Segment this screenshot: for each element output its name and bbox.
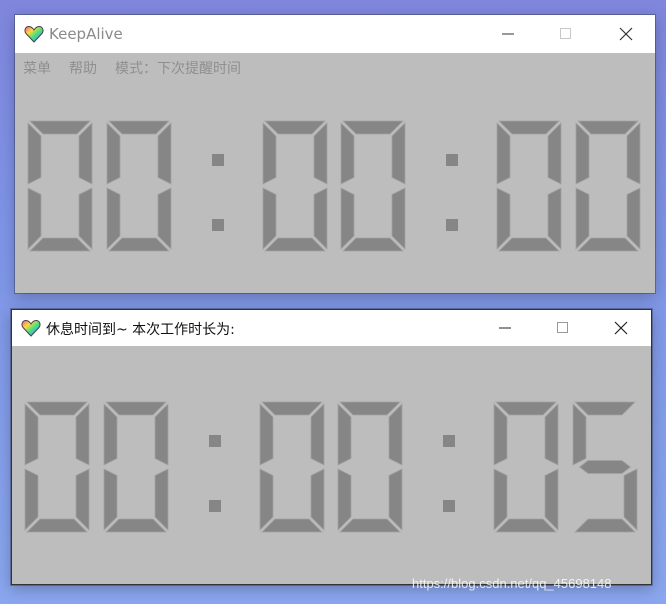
digit-segment xyxy=(544,403,559,466)
digit-segment xyxy=(259,468,274,531)
digit-segment xyxy=(391,122,406,185)
digit-segment xyxy=(495,401,557,416)
digit-segment xyxy=(498,237,560,252)
digit-segment xyxy=(24,468,39,531)
digit-segment xyxy=(498,120,560,135)
digit-segment xyxy=(577,120,639,135)
digit-segment xyxy=(575,122,590,185)
clock-digit xyxy=(575,120,641,252)
digit-segment xyxy=(626,122,641,185)
digit-segment xyxy=(574,518,636,533)
clock-digit xyxy=(106,120,172,252)
digit-segment xyxy=(29,120,91,135)
digit-segment xyxy=(108,237,170,252)
digit-segment xyxy=(495,518,557,533)
digit-segment xyxy=(157,122,172,185)
digit-segment xyxy=(313,122,328,185)
colon-dot xyxy=(212,154,224,166)
clock-digit xyxy=(259,401,325,533)
digit-segment xyxy=(578,460,632,474)
digit-segment xyxy=(547,187,562,250)
digit-segment xyxy=(26,401,88,416)
digit-segment xyxy=(626,187,641,250)
digit-segment xyxy=(103,468,118,531)
digit-segment xyxy=(337,468,352,531)
digit-segment xyxy=(340,122,355,185)
colon-dot xyxy=(209,435,221,447)
digit-segment xyxy=(261,518,323,533)
clock-digit xyxy=(340,120,406,252)
digit-segment xyxy=(106,122,121,185)
digit-segment xyxy=(493,403,508,466)
digit-segment xyxy=(259,403,274,466)
digit-segment xyxy=(339,518,401,533)
digit-segment xyxy=(313,187,328,250)
digit-segment xyxy=(496,187,511,250)
colon-dot xyxy=(209,500,221,512)
digit-segment xyxy=(342,237,404,252)
digit-segment xyxy=(572,403,587,466)
clock-digit xyxy=(496,120,562,252)
digit-segment xyxy=(577,237,639,252)
digit-segment xyxy=(78,187,93,250)
clock-digit xyxy=(27,120,93,252)
colon-dot xyxy=(446,219,458,231)
watermark: https://blog.csdn.net/qq_45698148 xyxy=(412,576,612,591)
digit-segment xyxy=(106,187,121,250)
rest-notice-window: 休息时间到~ 本次工作时长为: xyxy=(11,309,652,585)
digit-segment xyxy=(264,120,326,135)
digit-segment xyxy=(623,468,638,531)
digit-segment xyxy=(264,237,326,252)
digit-segment xyxy=(29,237,91,252)
digit-segment xyxy=(496,122,511,185)
digit-segment xyxy=(27,187,42,250)
clock-digit xyxy=(262,120,328,252)
keepalive-main-window: KeepAlive 菜单 帮助 模式：下次提醒时间 xyxy=(15,15,655,293)
digit-segment xyxy=(340,187,355,250)
colon-dot xyxy=(446,154,458,166)
digit-segment xyxy=(337,403,352,466)
colon-dot xyxy=(212,219,224,231)
digit-segment xyxy=(78,122,93,185)
work-duration-display xyxy=(24,401,638,533)
clock-digit xyxy=(572,401,638,533)
clock-digit xyxy=(24,401,90,533)
clock-digit xyxy=(493,401,559,533)
digit-segment xyxy=(342,120,404,135)
digit-segment xyxy=(105,401,167,416)
digit-segment xyxy=(261,401,323,416)
digit-segment xyxy=(391,187,406,250)
digit-segment xyxy=(75,468,90,531)
digit-segment xyxy=(24,403,39,466)
digit-segment xyxy=(26,518,88,533)
digit-segment xyxy=(574,401,636,416)
colon-dot xyxy=(443,500,455,512)
digit-segment xyxy=(105,518,167,533)
digit-segment xyxy=(493,468,508,531)
digit-segment xyxy=(27,122,42,185)
colon-dot xyxy=(443,435,455,447)
digit-segment xyxy=(388,403,403,466)
digit-segment xyxy=(310,403,325,466)
digit-segment xyxy=(108,120,170,135)
digit-segment xyxy=(544,468,559,531)
clock-digit xyxy=(103,401,169,533)
digit-segment xyxy=(154,403,169,466)
digit-segment xyxy=(547,122,562,185)
digit-segment xyxy=(310,468,325,531)
digit-segment xyxy=(575,187,590,250)
clock-digit xyxy=(337,401,403,533)
digit-segment xyxy=(339,401,401,416)
digit-segment xyxy=(388,468,403,531)
countdown-display xyxy=(27,120,641,252)
digit-segment xyxy=(157,187,172,250)
digit-segment xyxy=(103,403,118,466)
digit-segment xyxy=(262,122,277,185)
digit-segment xyxy=(75,403,90,466)
digit-segment xyxy=(262,187,277,250)
digit-segment xyxy=(154,468,169,531)
